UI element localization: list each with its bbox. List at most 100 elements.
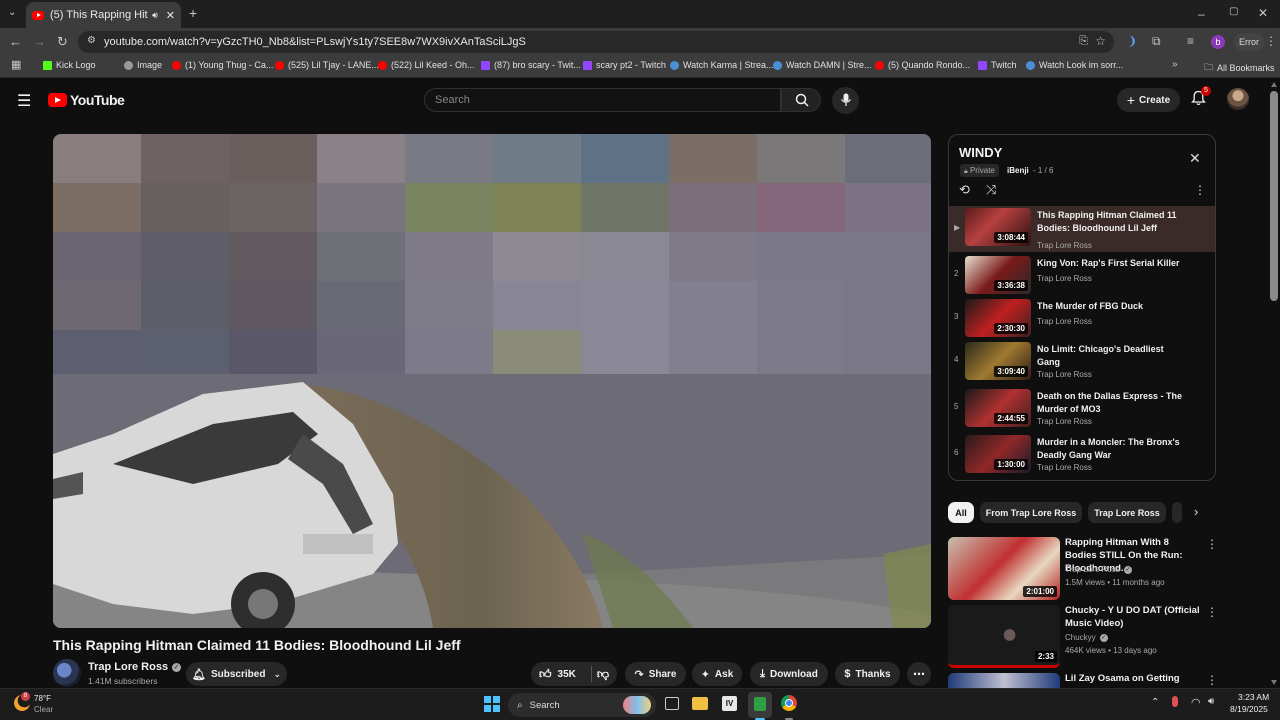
more-actions-button[interactable]: ⋯ <box>907 662 931 686</box>
forward-icon[interactable]: → <box>33 35 46 48</box>
bookmark-item[interactable]: (522) Lil Keed - Oh... <box>378 60 475 70</box>
channel-name[interactable]: Trap Lore Ross ✓ <box>88 661 182 673</box>
chip-channel[interactable]: Trap Lore Ross <box>1088 502 1166 523</box>
bookmark-item[interactable]: Watch Karma | Strea... <box>670 60 774 70</box>
playlist-owner[interactable]: iBenji <box>1007 166 1029 175</box>
app-iv-icon[interactable]: IV <box>722 696 737 711</box>
wifi-icon[interactable]: ◠ <box>1191 696 1201 709</box>
recommendation-channel[interactable]: Trap Lore Ross ✓ <box>1065 565 1132 574</box>
recommendation-menu-icon[interactable]: ⋮ <box>1206 537 1218 551</box>
youtube-logo[interactable]: YouTube <box>48 92 125 108</box>
recommendation-thumbnail[interactable] <box>948 673 1060 688</box>
all-bookmarks[interactable]: 🗀︎ All Bookmarks <box>1204 60 1275 76</box>
recommendation-menu-icon[interactable]: ⋮ <box>1206 673 1218 687</box>
notifications-button[interactable]: 5 <box>1191 86 1211 108</box>
recommendation-menu-icon[interactable]: ⋮ <box>1206 605 1218 619</box>
task-view-icon[interactable] <box>665 697 679 710</box>
voice-search-button[interactable] <box>832 87 859 114</box>
bookmark-item[interactable]: scary pt2 - Twitch <box>583 60 666 70</box>
page-scrollbar[interactable] <box>1268 79 1280 688</box>
error-button[interactable]: Error <box>1234 33 1264 51</box>
new-tab-icon[interactable]: + <box>189 6 197 20</box>
browser-tab[interactable]: (5) This Rapping Hitman Cl 🔊︎ ✕ <box>26 2 181 28</box>
clock-time[interactable]: 3:23 AM <box>1238 692 1269 702</box>
search-input[interactable]: Search <box>424 88 781 112</box>
media-icon[interactable]: ≡ <box>1187 35 1194 47</box>
bookmark-item[interactable]: Kick Logo <box>43 60 96 70</box>
tab-list-icon[interactable]: ⌄ <box>8 8 16 18</box>
bookmark-item[interactable]: Image <box>124 60 162 70</box>
puzzle-icon[interactable]: ⧉ <box>1152 35 1161 47</box>
close-window-icon[interactable]: ✕ <box>1258 7 1268 19</box>
app-green-icon[interactable] <box>748 692 772 718</box>
speaker-icon[interactable]: 🔊︎ <box>152 10 158 21</box>
show-hidden-icons-icon[interactable]: ⌃ <box>1151 697 1159 708</box>
tab-strip: ⌄ (5) This Rapping Hitman Cl 🔊︎ ✕ + – ▢ … <box>0 0 1280 28</box>
chip-all[interactable]: All <box>948 502 974 523</box>
create-button[interactable]: + Create <box>1117 88 1180 112</box>
more-bookmarks-icon[interactable]: » <box>1172 60 1178 70</box>
bookmark-item[interactable]: (1) Young Thug - Ca... <box>172 60 273 70</box>
hamburger-menu-icon[interactable]: ☰ <box>17 91 31 111</box>
install-icon[interactable]: ⎘ <box>1079 35 1088 48</box>
tab-close-icon[interactable]: ✕ <box>166 9 175 22</box>
clock-date[interactable]: 8/19/2025 <box>1230 704 1268 714</box>
recommendation-channel[interactable]: Chuckyy ✓ <box>1065 633 1108 642</box>
address-bar[interactable]: ⚙ youtube.com/watch?v=yGzcTH0_Nb8&list=P… <box>78 31 1114 53</box>
apps-grid-icon[interactable]: ▦ <box>11 60 21 71</box>
chrome-icon[interactable] <box>781 695 797 711</box>
reload-icon[interactable]: ↻ <box>57 35 68 48</box>
thanks-button[interactable]: $ Thanks <box>835 662 900 686</box>
playlist-item[interactable]: 3 2:30:30 The Murder of FBG Duck Trap Lo… <box>949 297 1215 341</box>
chevron-right-icon[interactable]: › <box>1194 504 1198 519</box>
bookmark-item[interactable]: Watch Look im sorr... <box>1026 60 1123 70</box>
file-explorer-icon[interactable] <box>692 697 708 710</box>
scroll-down-arrow[interactable] <box>1271 680 1277 685</box>
playlist-item[interactable]: ▶ 3:08:44 This Rapping Hitman Claimed 11… <box>949 206 1215 252</box>
ask-button[interactable]: ✦ Ask <box>692 662 742 686</box>
share-button[interactable]: ↷ Share <box>625 662 686 686</box>
bookmark-item[interactable]: (5) Quando Rondo... <box>875 60 970 70</box>
start-button[interactable] <box>484 696 500 712</box>
menu-kebab-icon[interactable]: ⋮ <box>1265 35 1277 47</box>
bookmark-item[interactable]: Twitch <box>978 60 1017 70</box>
microphone-tray-icon[interactable] <box>1172 696 1178 707</box>
recommendation-thumbnail[interactable]: 2:33 <box>948 605 1060 668</box>
account-avatar[interactable] <box>1227 88 1249 110</box>
recommendation-thumbnail[interactable]: 2:01:00 <box>948 537 1060 600</box>
playlist-item[interactable]: 5 2:44:55 Death on the Dallas Express - … <box>949 387 1215 431</box>
channel-avatar[interactable] <box>53 659 81 687</box>
bookmark-item[interactable]: (525) Lil Tjay - LANE... <box>275 60 379 70</box>
shuffle-icon[interactable]: ⤨ <box>986 182 996 198</box>
back-icon[interactable]: ← <box>9 35 22 48</box>
chip-from-channel[interactable]: From Trap Lore Ross <box>980 502 1082 523</box>
playlist-item[interactable]: 4 3:09:40 No Limit: Chicago's Deadliest … <box>949 340 1215 384</box>
scroll-up-arrow[interactable] <box>1271 82 1277 87</box>
profile-avatar[interactable]: b <box>1211 35 1225 49</box>
subscribed-button[interactable]: 🔔︎ Subscribed ⌄ <box>186 662 287 686</box>
minimize-icon[interactable]: – <box>1198 8 1205 20</box>
restore-icon[interactable]: ▢ <box>1229 7 1238 17</box>
bookmark-star-icon[interactable]: ☆ <box>1095 34 1106 48</box>
download-button[interactable]: ⤓ Download <box>750 662 828 686</box>
search-button[interactable] <box>781 88 821 112</box>
playlist-menu-icon[interactable]: ⋮ <box>1194 183 1206 197</box>
playlist-item[interactable]: 6 1:30:00 Murder in a Moncler: The Bronx… <box>949 433 1215 477</box>
scrollbar-thumb[interactable] <box>1270 91 1278 301</box>
recommendation-title[interactable]: Lil Zay Osama on Getting <box>1065 672 1202 685</box>
bookmark-item[interactable]: (87) bro scary - Twit... <box>481 60 581 70</box>
weather-widget[interactable]: 8 78°F Clear <box>12 692 72 718</box>
video-player[interactable] <box>53 134 931 628</box>
like-button[interactable]: 👍︎ 35K <box>539 667 576 682</box>
volume-icon[interactable]: 🔊︎ <box>1208 696 1214 707</box>
taskbar-search[interactable]: ⌕ Search <box>508 693 656 717</box>
dislike-button[interactable]: 👎︎ <box>597 667 609 682</box>
extension-icon[interactable]: ❩ <box>1127 35 1137 47</box>
close-playlist-icon[interactable]: ✕ <box>1189 150 1201 167</box>
playlist-item[interactable]: 2 3:36:38 King Von: Rap's First Serial K… <box>949 254 1215 298</box>
bookmark-item[interactable]: Watch DAMN | Stre... <box>773 60 872 70</box>
loop-icon[interactable]: ⟲ <box>959 182 970 198</box>
recommendation-title[interactable]: Chucky - Y U DO DAT (Official Music Vide… <box>1065 604 1202 630</box>
share-icon: ↷ <box>634 668 644 681</box>
site-info-icon[interactable]: ⚙ <box>87 35 96 46</box>
